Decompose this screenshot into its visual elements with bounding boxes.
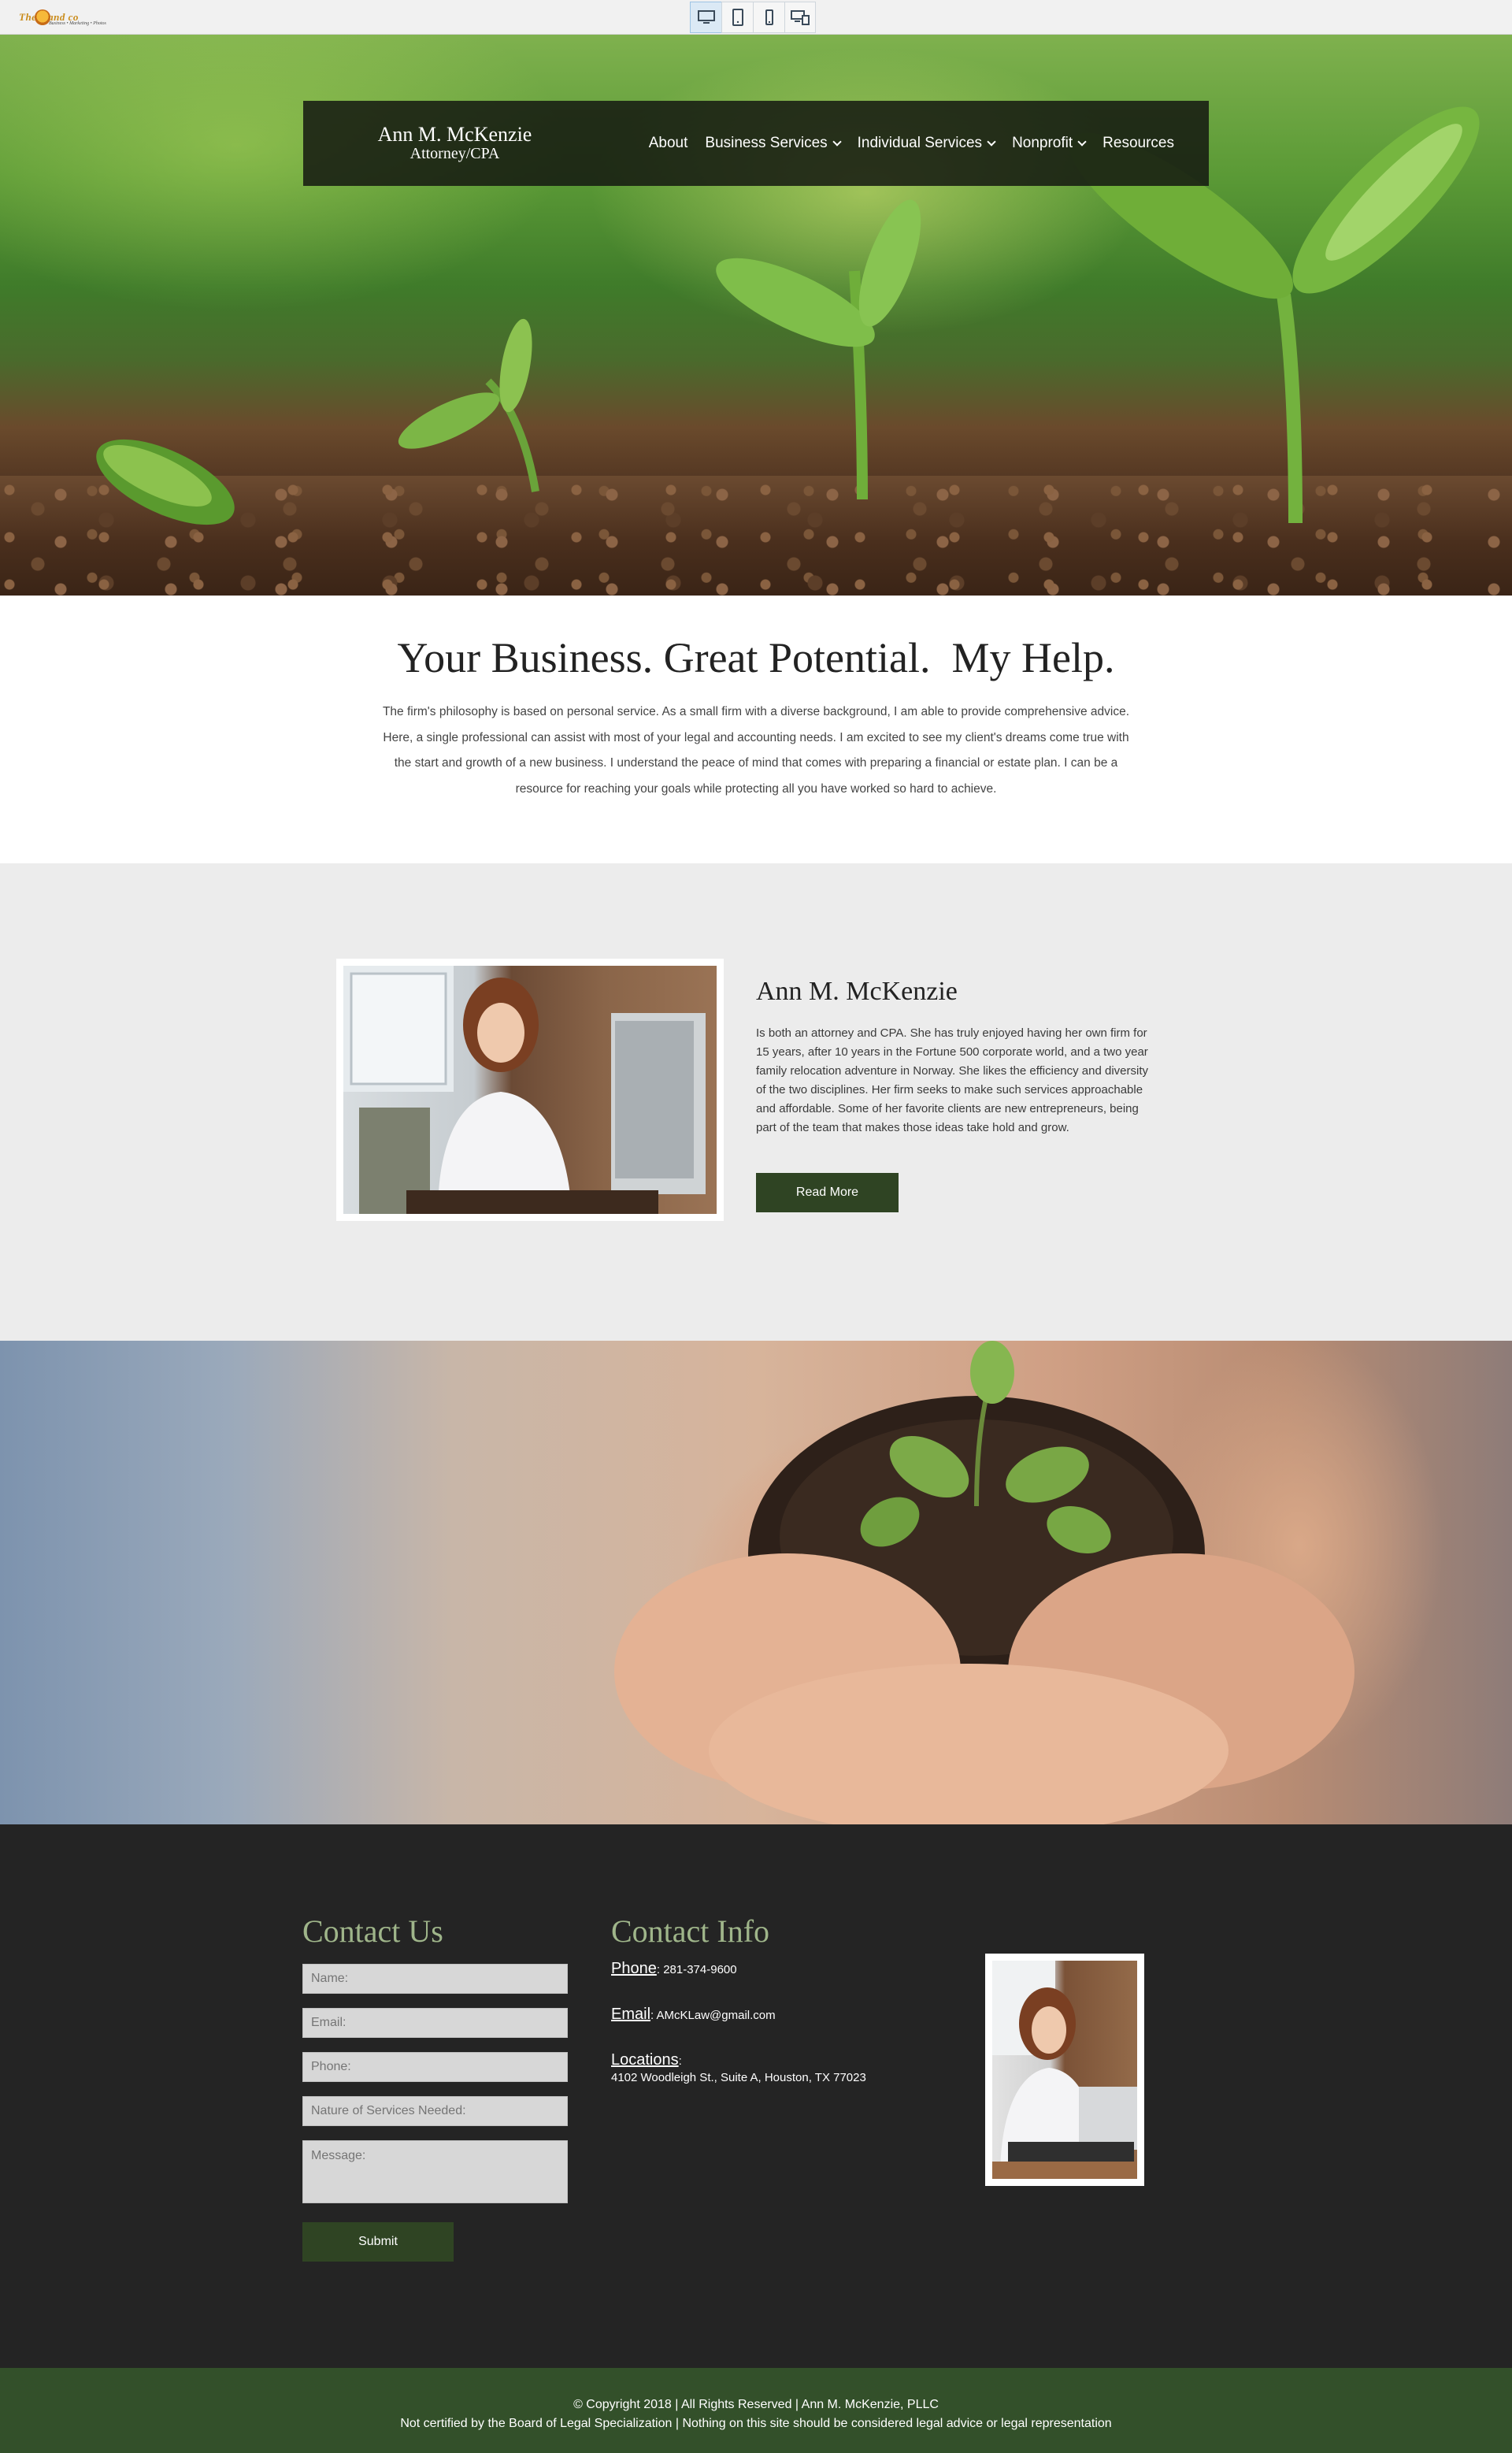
nav-item-label: Business Services bbox=[705, 135, 828, 151]
chevron-down-icon bbox=[1077, 136, 1087, 147]
desktop-view-button[interactable] bbox=[690, 2, 721, 33]
desktop-icon bbox=[697, 10, 715, 24]
about-section: Ann M. McKenzie Is both an attorney and … bbox=[0, 863, 1512, 1341]
locations-label: Locations bbox=[611, 2051, 679, 2069]
mobile-icon bbox=[765, 9, 773, 25]
read-more-button[interactable]: Read More bbox=[756, 1173, 899, 1212]
portrait-photo bbox=[336, 959, 724, 1221]
name-field[interactable] bbox=[302, 1964, 568, 1994]
main-nav: Ann M. McKenzie Attorney/CPA About Busin… bbox=[303, 101, 1209, 186]
site-logo[interactable]: TheBrand co Business • Marketing • Photo… bbox=[19, 6, 106, 28]
contact-info-heading: Contact Info bbox=[611, 1913, 770, 1949]
device-switcher bbox=[690, 2, 816, 33]
disclaimer-line: Not certified by the Board of Legal Spec… bbox=[400, 2417, 1112, 2430]
contact-section: Contact Us Submit Contact Info Phone: 28… bbox=[0, 1824, 1512, 2368]
tablet-icon bbox=[732, 9, 743, 26]
hands-seedling-banner bbox=[0, 1341, 1512, 1824]
intro-heading: Your Business. Great Potential. My Help. bbox=[397, 634, 1115, 681]
phone-field[interactable] bbox=[302, 2052, 568, 2082]
nav-item-nonprofit[interactable]: Nonprofit bbox=[1012, 135, 1087, 152]
nav-item-about[interactable]: About bbox=[649, 135, 688, 152]
contact-us-heading: Contact Us bbox=[302, 1913, 443, 1949]
nav-item-business-services[interactable]: Business Services bbox=[705, 135, 842, 152]
message-field[interactable] bbox=[302, 2140, 568, 2203]
nav-item-individual-services[interactable]: Individual Services bbox=[857, 135, 996, 152]
logo-sun-icon bbox=[35, 9, 50, 25]
chevron-down-icon bbox=[987, 136, 996, 147]
hero-banner: Ann M. McKenzie Attorney/CPA About Busin… bbox=[0, 35, 1512, 596]
preview-toolbar: TheBrand co Business • Marketing • Photo… bbox=[0, 0, 1512, 35]
nav-item-label: Individual Services bbox=[857, 135, 983, 151]
email-info: Email: AMcKLaw@gmail.com bbox=[611, 2006, 776, 2023]
copyright-line: © Copyright 2018 | All Rights Reserved |… bbox=[573, 2398, 939, 2411]
logo-tagline: Business • Marketing • Photos bbox=[49, 21, 106, 26]
nav-item-label: Nonprofit bbox=[1012, 135, 1073, 151]
multi-device-icon bbox=[791, 10, 810, 25]
brand-title: Attorney/CPA bbox=[410, 145, 500, 162]
nav-item-label: About bbox=[648, 135, 688, 151]
about-bio: Is both an attorney and CPA. She has tru… bbox=[756, 1026, 1149, 1134]
locations-info: Locations: 4102 Woodleigh St., Suite A, … bbox=[611, 2051, 866, 2084]
site-footer: © Copyright 2018 | All Rights Reserved |… bbox=[0, 2368, 1512, 2453]
contact-photo bbox=[985, 1954, 1144, 2186]
phone-info: Phone: 281-374-9600 bbox=[611, 1960, 737, 1977]
mobile-view-button[interactable] bbox=[753, 2, 784, 33]
chevron-down-icon bbox=[832, 136, 842, 147]
submit-button[interactable]: Submit bbox=[302, 2222, 454, 2262]
hands-seedling-illustration bbox=[614, 1341, 1354, 1824]
email-field[interactable] bbox=[302, 2008, 568, 2038]
intro-body: The firm's philosophy is based on person… bbox=[382, 705, 1130, 796]
email-label: Email bbox=[611, 2006, 651, 2023]
brand-name: Ann M. McKenzie bbox=[377, 123, 532, 146]
nav-item-label: Resources bbox=[1102, 135, 1174, 151]
intro-section: Your Business. Great Potential. My Help.… bbox=[0, 596, 1512, 863]
services-field[interactable] bbox=[302, 2096, 568, 2126]
nav-menu: About Business Services Individual Servi… bbox=[649, 101, 1174, 186]
contact-photo-image bbox=[992, 1961, 1137, 2179]
address-value: 4102 Woodleigh St., Suite A, Houston, TX… bbox=[611, 2071, 866, 2084]
tablet-view-button[interactable] bbox=[721, 2, 753, 33]
all-devices-view-button[interactable] bbox=[784, 2, 816, 33]
email-value[interactable]: AMcKLaw@gmail.com bbox=[657, 2009, 776, 2022]
portrait-image bbox=[343, 966, 717, 1214]
about-name: Ann M. McKenzie bbox=[756, 977, 958, 1006]
phone-value[interactable]: 281-374-9600 bbox=[663, 1963, 736, 1976]
site-brand[interactable]: Ann M. McKenzie Attorney/CPA bbox=[303, 123, 606, 163]
nav-item-resources[interactable]: Resources bbox=[1102, 135, 1174, 152]
phone-label: Phone bbox=[611, 1960, 657, 1977]
